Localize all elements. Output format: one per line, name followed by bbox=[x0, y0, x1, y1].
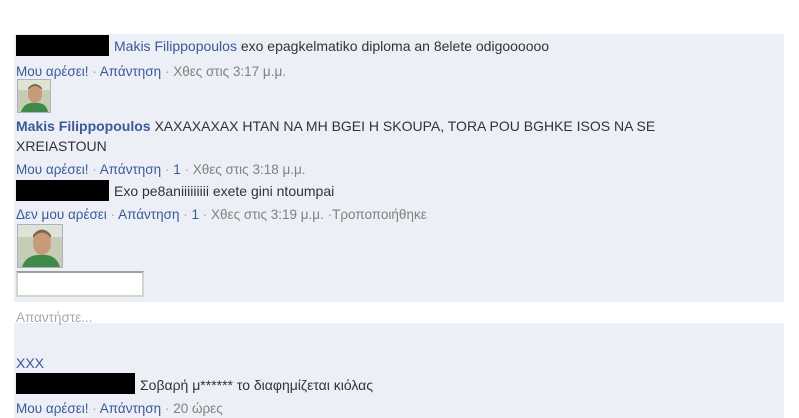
comment-2-line-1: Makis Filippopoulos XAXAXAXAX HTAN NA MH… bbox=[16, 118, 655, 135]
reply-placeholder[interactable]: Απαντήστε... bbox=[16, 309, 92, 326]
reply-input[interactable] bbox=[16, 271, 144, 297]
comment-text: exo epagkelmatiko diploma an 8elete odig… bbox=[240, 38, 550, 54]
post-actions: Μου αρέσει! · Απάντηση · 20 ώρες bbox=[16, 400, 223, 417]
post-text: Σοβαρή μ****** το διαφημίζεται κιόλας bbox=[140, 377, 374, 393]
comment-1-actions: Μου αρέσει! · Απάντηση · Χθες στις 3:17 … bbox=[16, 63, 286, 80]
reply-link[interactable]: Απάντηση bbox=[100, 401, 161, 416]
like-count[interactable]: 1 bbox=[192, 207, 200, 222]
separator: · bbox=[92, 401, 97, 416]
reply-link[interactable]: Απάντηση bbox=[100, 64, 161, 79]
redacted-block bbox=[16, 180, 109, 201]
like-link[interactable]: Μου αρέσει! bbox=[16, 64, 89, 79]
unlike-link[interactable]: Δεν μου αρέσει bbox=[16, 207, 107, 222]
reply-link[interactable]: Απάντηση bbox=[100, 162, 161, 177]
like-link[interactable]: Μου αρέσει! bbox=[16, 162, 89, 177]
comment-timestamp[interactable]: Χθες στις 3:19 μ.μ. bbox=[211, 207, 324, 222]
separator: · bbox=[183, 207, 188, 222]
separator: · bbox=[164, 64, 170, 79]
like-link[interactable]: Μου αρέσει! bbox=[16, 401, 89, 416]
comment-2-line-2: XREIASTOUN bbox=[16, 138, 107, 155]
comment-text: XREIASTOUN bbox=[16, 138, 107, 154]
separator: · bbox=[202, 207, 208, 222]
redacted-block bbox=[16, 373, 135, 394]
separator: · bbox=[184, 162, 189, 177]
edited-label[interactable]: Τροποποιήθηκε bbox=[332, 207, 427, 222]
comment-text: Exo pe8aniiiiiiiii exete gini ntoumpai bbox=[114, 183, 335, 199]
separator: · bbox=[92, 162, 97, 177]
like-count[interactable]: 1 bbox=[173, 162, 181, 177]
separator: · bbox=[92, 64, 97, 79]
redacted-block bbox=[16, 35, 109, 56]
composer-avatar[interactable] bbox=[17, 224, 63, 268]
separator: · bbox=[164, 401, 170, 416]
comment-1-line: Makis Filippopoulos exo epagkelmatiko di… bbox=[114, 38, 549, 55]
avatar[interactable] bbox=[17, 79, 51, 113]
separator: · bbox=[110, 207, 116, 222]
comment-author-link[interactable]: Makis Filippopoulos bbox=[114, 38, 237, 54]
post-timestamp[interactable]: 20 ώρες bbox=[173, 401, 223, 416]
post-author[interactable]: XXX bbox=[16, 355, 44, 371]
post-author-link[interactable]: XXX bbox=[16, 355, 44, 372]
separator: · bbox=[164, 162, 170, 177]
comment-text: XAXAXAXAX HTAN NA MH BGEI H SKOUPA, TORA… bbox=[154, 118, 656, 134]
reply-link[interactable]: Απάντηση bbox=[118, 207, 179, 222]
comment-author-link[interactable]: Makis Filippopoulos bbox=[16, 118, 151, 134]
comment-2-actions: Μου αρέσει! · Απάντηση · 1 · Χθες στις 3… bbox=[16, 161, 306, 178]
post-text-line: Σοβαρή μ****** το διαφημίζεται κιόλας bbox=[140, 377, 373, 394]
comment-3-line: Exo pe8aniiiiiiiii exete gini ntoumpai bbox=[114, 183, 334, 200]
comment-timestamp[interactable]: Χθες στις 3:17 μ.μ. bbox=[173, 64, 286, 79]
comment-3-actions: Δεν μου αρέσει · Απάντηση · 1 · Χθες στι… bbox=[16, 206, 427, 223]
comment-timestamp[interactable]: Χθες στις 3:18 μ.μ. bbox=[193, 162, 306, 177]
